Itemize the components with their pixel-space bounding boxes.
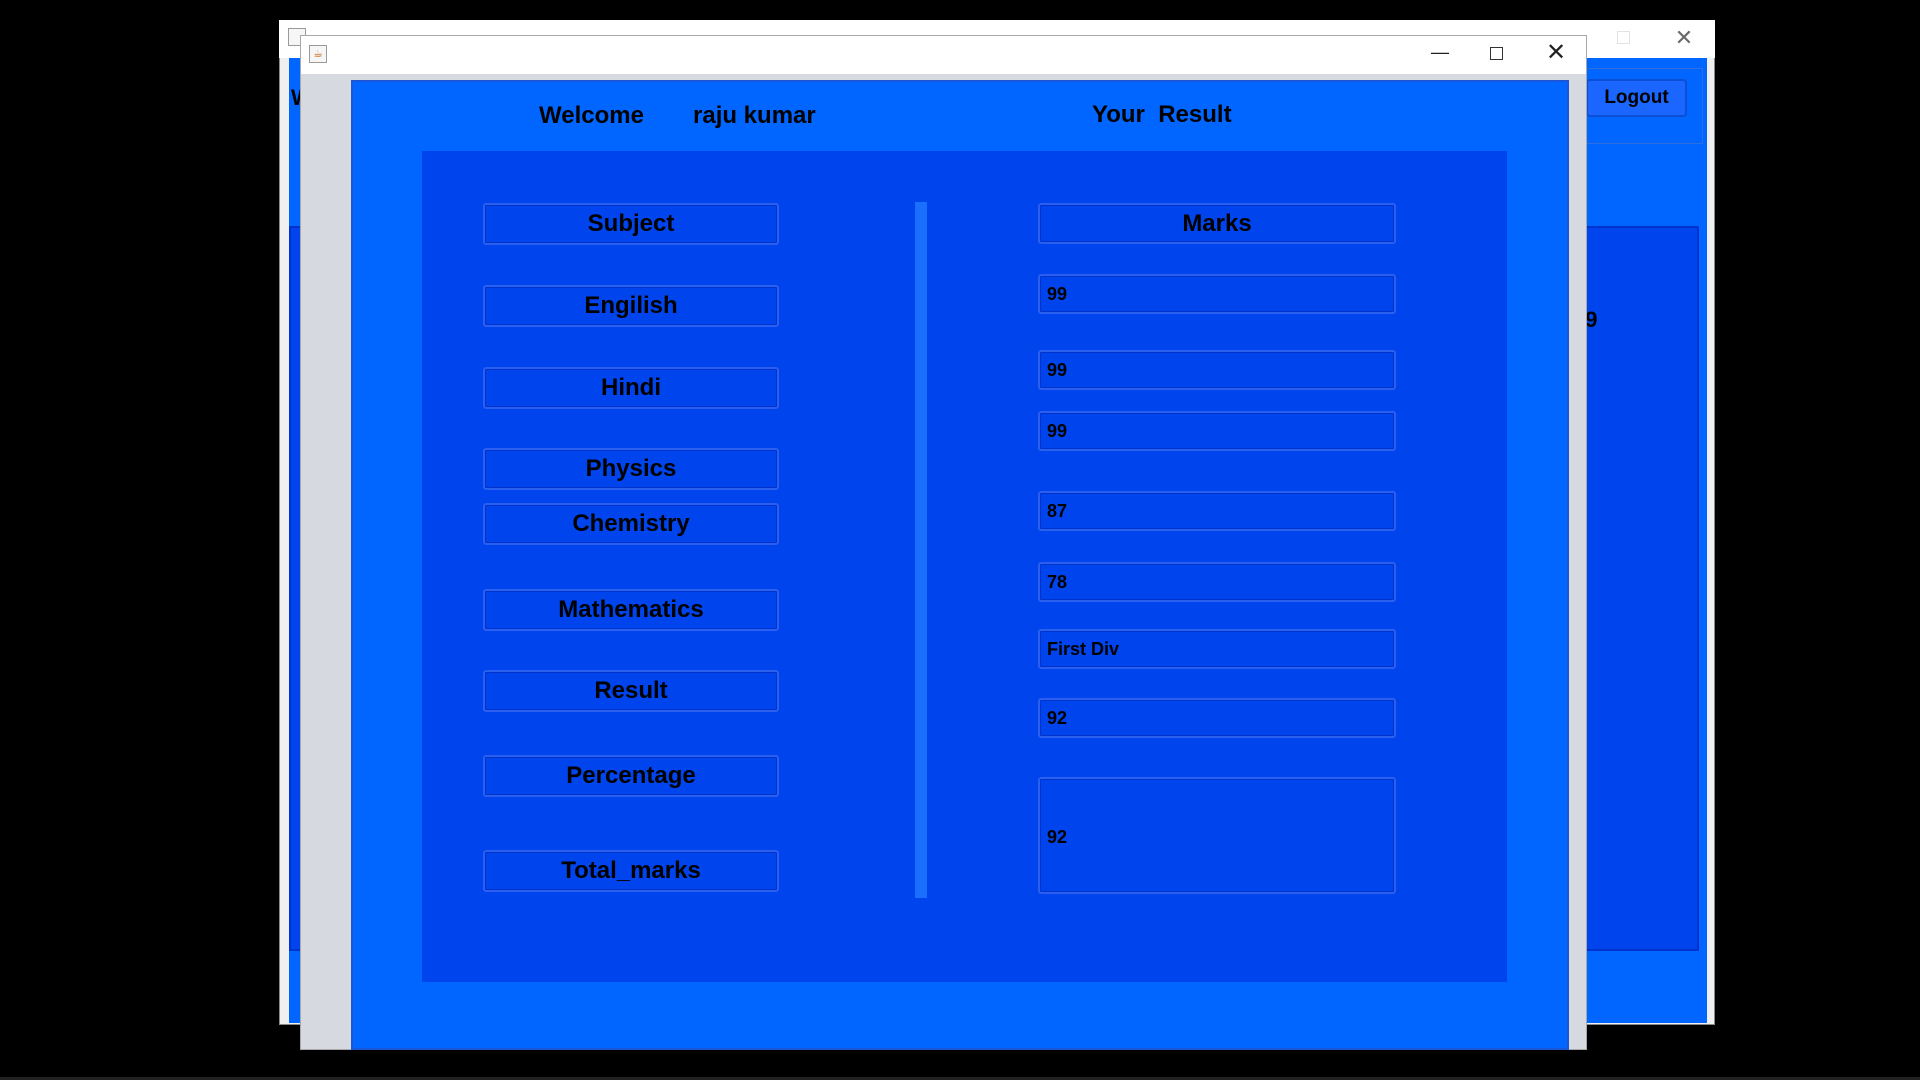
subject-header-button[interactable]: Subject — [483, 203, 779, 245]
subject-button-english[interactable]: Engilish — [483, 285, 779, 327]
marks-field-chemistry[interactable]: 87 — [1038, 491, 1396, 531]
close-icon[interactable]: ✕ — [1543, 41, 1569, 67]
page-title: Your Result — [1092, 101, 1232, 128]
subject-button-total-marks[interactable]: Total_marks — [483, 850, 779, 892]
welcome-label: Welcome — [539, 102, 644, 129]
user-name-label: raju kumar — [693, 102, 816, 129]
marks-field-hindi[interactable]: 99 — [1038, 350, 1396, 390]
subject-button-hindi[interactable]: Hindi — [483, 367, 779, 409]
total-marks-field[interactable]: 92 — [1038, 777, 1396, 894]
result-field[interactable]: First Div — [1038, 629, 1396, 669]
result-dialog-titlebar[interactable] — [301, 36, 1586, 74]
background-close-icon[interactable]: ✕ — [1672, 26, 1696, 50]
marks-field-english[interactable]: 99 — [1038, 274, 1396, 314]
percentage-field[interactable]: 92 — [1038, 698, 1396, 738]
subject-button-physics[interactable]: Physics — [483, 448, 779, 490]
logout-button[interactable]: Logout — [1586, 79, 1687, 117]
vertical-separator — [915, 202, 927, 898]
subject-button-mathematics[interactable]: Mathematics — [483, 589, 779, 631]
marks-header-button[interactable]: Marks — [1038, 203, 1396, 244]
marks-field-mathematics[interactable]: 78 — [1038, 562, 1396, 602]
maximize-icon[interactable] — [1490, 47, 1503, 60]
subject-button-percentage[interactable]: Percentage — [483, 755, 779, 797]
minimize-icon[interactable]: — — [1428, 41, 1452, 65]
background-maximize-icon[interactable] — [1617, 31, 1630, 44]
subject-button-chemistry[interactable]: Chemistry — [483, 503, 779, 545]
subject-button-result[interactable]: Result — [483, 670, 779, 712]
marks-field-physics[interactable]: 99 — [1038, 411, 1396, 451]
java-app-icon: ☕ — [309, 45, 327, 63]
